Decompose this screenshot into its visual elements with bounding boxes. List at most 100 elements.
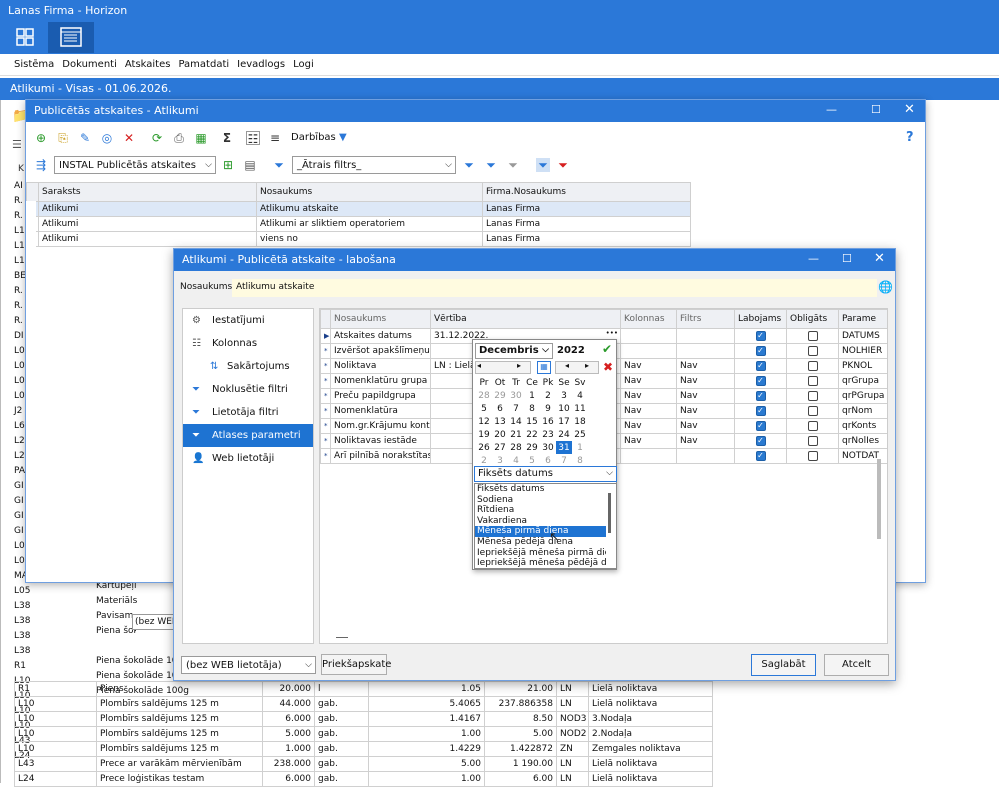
param-filtrs[interactable] bbox=[676, 343, 735, 359]
checkbox[interactable]: ✓ bbox=[755, 345, 766, 356]
col-obligats[interactable]: Obligāts bbox=[786, 309, 839, 329]
table-row[interactable]: Atlikumi viens no Lanas Firma bbox=[26, 231, 691, 247]
param-kolonnas[interactable] bbox=[620, 343, 677, 359]
calendar-day[interactable]: 11 bbox=[572, 402, 588, 415]
cancel-icon[interactable]: ✖ bbox=[603, 360, 613, 374]
labojams-checkbox[interactable]: ✓ bbox=[734, 388, 787, 404]
add-icon[interactable]: ⊕ bbox=[34, 131, 48, 145]
filter-icon[interactable]: ⏷ bbox=[272, 158, 286, 172]
checkbox[interactable]: ✓ bbox=[755, 375, 766, 386]
calendar-day[interactable]: 13 bbox=[492, 415, 508, 428]
calendar-day[interactable]: 26 bbox=[476, 441, 492, 454]
table-row[interactable]: L43 Prece ar varākām mērvienībām 238.000 ga… bbox=[14, 756, 713, 772]
calendar-day[interactable]: 21 bbox=[508, 428, 524, 441]
col-firma[interactable]: Firma.Nosaukums bbox=[482, 182, 691, 202]
table-row[interactable]: L10 Plombīrs saldējums 125 m 6.000 gab. 1.41… bbox=[14, 711, 713, 727]
calendar-day[interactable]: 8 bbox=[524, 402, 540, 415]
manage-list-icon[interactable]: ▤ bbox=[243, 158, 257, 172]
menu-logi[interactable]: Logi bbox=[289, 54, 318, 70]
calendar-day[interactable]: 30 bbox=[540, 441, 556, 454]
maximize-icon[interactable]: ☐ bbox=[842, 252, 852, 265]
checkbox[interactable]: ✓ bbox=[755, 420, 766, 431]
calendar-day[interactable]: 17 bbox=[556, 415, 572, 428]
checkbox[interactable] bbox=[807, 450, 818, 461]
close-icon[interactable]: ✕ bbox=[874, 251, 885, 266]
labojams-checkbox[interactable]: ✓ bbox=[734, 373, 787, 389]
sidebar-item-sakartojums[interactable]: ⇅ Sakārtojums bbox=[183, 355, 313, 378]
name-field[interactable]: Atlikumu atskaite bbox=[232, 279, 877, 297]
sidebar-item-web-lietotaji[interactable]: 👤 Web lietotāji bbox=[183, 447, 313, 470]
checkbox[interactable] bbox=[807, 360, 818, 371]
prev-year-icon[interactable]: ◂ bbox=[565, 361, 569, 370]
prev-month-icon[interactable]: ◂ bbox=[477, 361, 481, 370]
param-kolonnas[interactable]: Nav bbox=[620, 418, 677, 434]
param-kolonnas[interactable] bbox=[620, 328, 677, 344]
obligats-checkbox[interactable] bbox=[786, 373, 839, 389]
param-filtrs[interactable]: Nav bbox=[676, 373, 735, 389]
table-row[interactable]: L10 Plombīrs saldējums 125 m 44.000 gab. 5.4… bbox=[14, 696, 713, 712]
save-button[interactable]: Saglabāt bbox=[751, 654, 816, 676]
obligats-checkbox[interactable] bbox=[786, 358, 839, 374]
web-user-select[interactable]: (bez WEB lietotāja) ⌵ bbox=[181, 656, 316, 674]
calendar-day[interactable]: 30 bbox=[508, 389, 524, 402]
sum-icon[interactable]: Σ bbox=[220, 131, 234, 145]
clear-filter-icon[interactable]: ⏷ bbox=[506, 158, 520, 172]
calendar-day[interactable]: 29 bbox=[492, 389, 508, 402]
main-web-user-select[interactable]: (bez WEB bbox=[132, 614, 178, 630]
param-kolonnas[interactable]: Nav bbox=[620, 403, 677, 419]
table-row[interactable]: L10 Plombīrs saldējums 125 m 1.000 gab. 1.42… bbox=[14, 741, 713, 757]
table-row[interactable]: Atlikumi Atlikumi ar sliktiem operatoriem… bbox=[26, 216, 691, 232]
edit-filter-icon[interactable]: ⏷ bbox=[484, 158, 498, 172]
year-field[interactable]: 2022 bbox=[557, 345, 585, 356]
checkbox[interactable] bbox=[807, 375, 818, 386]
param-filtrs[interactable]: Nav bbox=[676, 418, 735, 434]
param-filtrs[interactable]: Nav bbox=[676, 433, 735, 449]
col-filtrs[interactable]: Filtrs bbox=[676, 309, 735, 329]
checkbox[interactable]: ✓ bbox=[755, 330, 766, 341]
add-filter-icon[interactable]: ⏷ bbox=[462, 158, 476, 172]
param-kolonnas[interactable] bbox=[620, 448, 677, 464]
calendar-day[interactable]: 20 bbox=[492, 428, 508, 441]
copy-icon[interactable]: ⎘ bbox=[56, 131, 70, 145]
param-filtrs[interactable]: Nav bbox=[676, 403, 735, 419]
confirm-icon[interactable]: ✔ bbox=[602, 342, 612, 356]
calendar-day[interactable]: 1 bbox=[524, 389, 540, 402]
columns-icon[interactable]: ☷ bbox=[246, 131, 260, 146]
window-button[interactable] bbox=[48, 22, 94, 53]
filter-active-icon[interactable]: ⏷ bbox=[536, 158, 550, 172]
sidebar-item-atlases-parametri[interactable]: ⏷ Atlases parametri bbox=[183, 424, 313, 447]
param-filtrs[interactable]: Nav bbox=[676, 358, 735, 374]
date-mode-option[interactable]: Fiksēts datums bbox=[475, 484, 606, 495]
obligats-checkbox[interactable] bbox=[786, 403, 839, 419]
col-kolonnas[interactable]: Kolonnas bbox=[620, 309, 677, 329]
help-icon[interactable]: ? bbox=[906, 130, 914, 145]
param-kolonnas[interactable]: Nav bbox=[620, 358, 677, 374]
minimize-icon[interactable]: — bbox=[826, 103, 837, 116]
calendar-icon[interactable]: ▦ bbox=[537, 361, 551, 374]
obligats-checkbox[interactable] bbox=[786, 433, 839, 449]
calendar-day[interactable]: 7 bbox=[508, 402, 524, 415]
calendar-day[interactable]: 19 bbox=[476, 428, 492, 441]
calendar-day[interactable]: 1 bbox=[572, 441, 588, 454]
checkbox[interactable] bbox=[807, 330, 818, 341]
globe-icon[interactable]: 🌐 bbox=[878, 280, 893, 294]
sidebar-item-noklusetie-filtri[interactable]: ⏷ Noklusētie filtri bbox=[183, 378, 313, 401]
calendar-day[interactable]: 16 bbox=[540, 415, 556, 428]
col-nosaukums[interactable]: Nosaukums bbox=[256, 182, 483, 202]
menu-ievadlogs[interactable]: Ievadlogs bbox=[233, 54, 289, 70]
calendar-day[interactable]: 10 bbox=[556, 402, 572, 415]
calendar-day[interactable]: 25 bbox=[572, 428, 588, 441]
calendar-day[interactable]: 28 bbox=[476, 389, 492, 402]
calendar-day[interactable]: 29 bbox=[524, 441, 540, 454]
labojams-checkbox[interactable]: ✓ bbox=[734, 328, 787, 344]
param-filtrs[interactable] bbox=[676, 448, 735, 464]
calendar-day[interactable]: 12 bbox=[476, 415, 492, 428]
refresh-icon[interactable]: ⟳ bbox=[150, 131, 164, 145]
param-kolonnas[interactable]: Nav bbox=[620, 373, 677, 389]
params-scrollbar[interactable] bbox=[877, 459, 881, 539]
maximize-icon[interactable]: ☐ bbox=[871, 103, 881, 116]
col-nosaukums[interactable]: Nosaukums bbox=[330, 309, 431, 329]
list-scrollbar[interactable] bbox=[608, 493, 611, 533]
obligats-checkbox[interactable] bbox=[786, 448, 839, 464]
col-parametrs[interactable]: Parame bbox=[838, 309, 887, 329]
